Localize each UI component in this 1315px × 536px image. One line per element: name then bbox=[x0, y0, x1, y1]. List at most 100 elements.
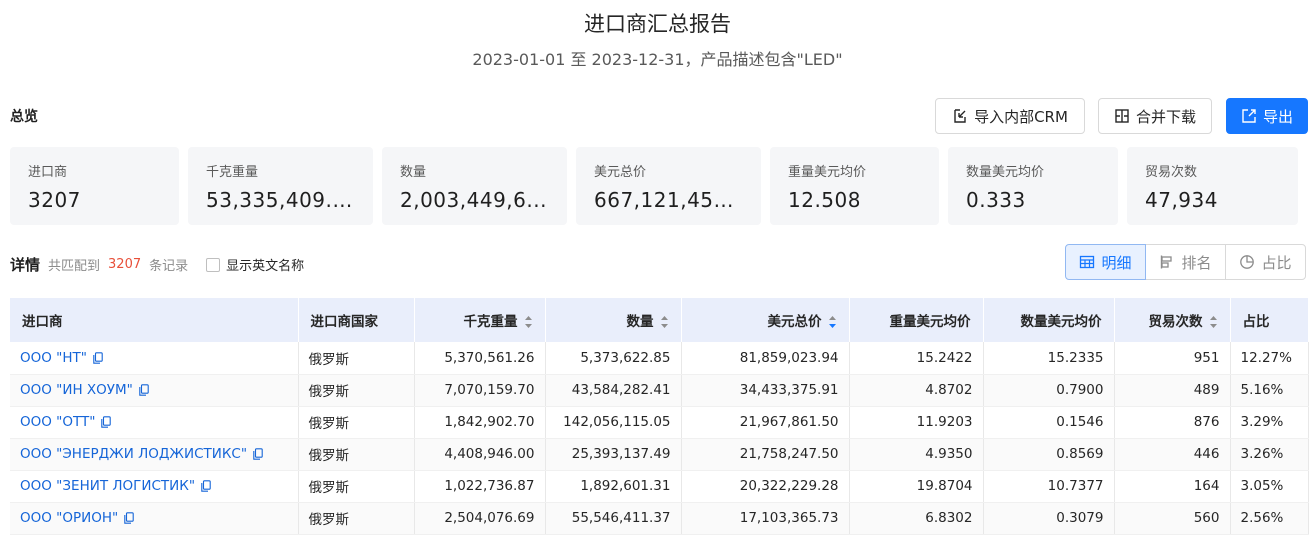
cell-weight-avg: 4.8702 bbox=[849, 374, 984, 407]
table-row: OOO "ОРИОН" 俄罗斯 2,504,076.69 55,546,411.37 1… bbox=[10, 502, 1309, 535]
table-row: OOO "ЭНЕРДЖИ ЛОДЖИСТИКС" 俄罗斯 4,408,946.00 2… bbox=[10, 438, 1309, 471]
tab-ranking-label: 排名 bbox=[1181, 253, 1212, 272]
importer-link[interactable]: OOO "HT" bbox=[20, 350, 87, 366]
cell-usd-total: 21,967,861.50 bbox=[681, 406, 850, 439]
export-icon bbox=[1242, 109, 1256, 123]
card-trades: 贸易次数 47,934 bbox=[1127, 147, 1298, 225]
cell-quantity: 142,056,115.05 bbox=[545, 406, 682, 439]
cell-weight: 1,842,902.70 bbox=[414, 406, 546, 439]
export-button[interactable]: 导出 bbox=[1226, 98, 1308, 134]
import-crm-button[interactable]: 导入内部CRM bbox=[935, 98, 1085, 134]
col-usd-total[interactable]: 美元总价 bbox=[681, 298, 850, 342]
cell-usd-total: 21,758,247.50 bbox=[681, 438, 850, 471]
copy-icon[interactable] bbox=[93, 352, 103, 364]
importer-link[interactable]: OOO "ЭНЕРДЖИ ЛОДЖИСТИКС" bbox=[20, 446, 247, 462]
card-usd-total: 美元总价 667,121,454... bbox=[576, 147, 761, 225]
cell-quantity: 55,546,411.37 bbox=[545, 502, 682, 535]
copy-icon[interactable] bbox=[101, 416, 112, 428]
merge-download-label: 合并下载 bbox=[1135, 107, 1196, 126]
importer-link[interactable]: OOO "ЗЕНИТ ЛОГИСТИК" bbox=[20, 478, 195, 494]
view-switcher: 明细 排名 占比 bbox=[1065, 244, 1306, 280]
tab-ranking[interactable]: 排名 bbox=[1145, 244, 1226, 280]
cell-qty-avg: 0.8569 bbox=[983, 438, 1115, 471]
cell-importer[interactable]: OOO "ОРИОН" bbox=[10, 502, 299, 535]
cell-quantity: 5,373,622.85 bbox=[545, 342, 682, 375]
cell-quantity: 25,393,137.49 bbox=[545, 438, 682, 471]
cell-country: 俄罗斯 bbox=[298, 438, 415, 471]
cell-importer[interactable]: OOO "ИН ХОУМ" bbox=[10, 374, 299, 407]
match-count: 3207 bbox=[108, 257, 142, 272]
cell-importer[interactable]: OOO "OTT" bbox=[10, 406, 299, 439]
card-label: 重量美元均价 bbox=[788, 165, 867, 180]
cell-importer[interactable]: OOO "ЗЕНИТ ЛОГИСТИК" bbox=[10, 470, 299, 503]
cell-weight: 7,070,159.70 bbox=[414, 374, 546, 407]
cell-weight: 4,408,946.00 bbox=[414, 438, 546, 471]
cell-country: 俄罗斯 bbox=[298, 342, 415, 375]
tab-share[interactable]: 占比 bbox=[1225, 244, 1306, 280]
card-weight: 千克重量 53,335,409.98 bbox=[188, 147, 373, 225]
card-value: 2,003,449,6... bbox=[400, 188, 547, 212]
col-share: 占比 bbox=[1230, 298, 1309, 342]
report-title: 进口商汇总报告 bbox=[584, 12, 731, 36]
cell-importer[interactable]: OOO "HT" bbox=[10, 342, 299, 375]
importer-link[interactable]: OOO "ИН ХОУМ" bbox=[20, 382, 133, 398]
col-importer: 进口商 bbox=[10, 298, 299, 342]
cell-trades: 560 bbox=[1114, 502, 1231, 535]
cell-trades: 489 bbox=[1114, 374, 1231, 407]
cell-trades: 446 bbox=[1114, 438, 1231, 471]
col-quantity[interactable]: 数量 bbox=[545, 298, 682, 342]
table-row: OOO "ИН ХОУМ" 俄罗斯 7,070,159.70 43,584,282.4… bbox=[10, 374, 1309, 407]
col-trades[interactable]: 贸易次数 bbox=[1114, 298, 1231, 342]
importer-table: 进口商 进口商国家 千克重量 数量 美元总价 重量美元均价 数量美元均价 贸易次… bbox=[10, 298, 1309, 535]
cell-trades: 876 bbox=[1114, 406, 1231, 439]
importer-link[interactable]: OOO "ОРИОН" bbox=[20, 510, 118, 526]
card-label: 美元总价 bbox=[594, 165, 647, 180]
match-prefix: 共匹配到 bbox=[48, 259, 101, 274]
merge-icon bbox=[1115, 109, 1129, 123]
merge-download-button[interactable]: 合并下载 bbox=[1098, 98, 1212, 134]
copy-icon[interactable] bbox=[253, 448, 263, 460]
cell-share: 12.27% bbox=[1230, 342, 1309, 375]
cell-qty-avg: 15.2335 bbox=[983, 342, 1115, 375]
sort-icon[interactable] bbox=[524, 315, 533, 329]
card-label: 数量美元均价 bbox=[966, 165, 1045, 180]
show-english-checkbox[interactable] bbox=[206, 257, 221, 272]
cell-share: 3.29% bbox=[1230, 406, 1309, 439]
cell-trades: 164 bbox=[1114, 470, 1231, 503]
cell-weight-avg: 4.9350 bbox=[849, 438, 984, 471]
cell-usd-total: 34,433,375.91 bbox=[681, 374, 850, 407]
col-weight-avg: 重量美元均价 bbox=[849, 298, 984, 342]
cell-qty-avg: 0.3079 bbox=[983, 502, 1115, 535]
cell-usd-total: 81,859,023.94 bbox=[681, 342, 850, 375]
copy-icon[interactable] bbox=[139, 384, 149, 396]
cell-weight: 2,504,076.69 bbox=[414, 502, 546, 535]
table-row: OOO "ЗЕНИТ ЛОГИСТИК" 俄罗斯 1,022,736.87 1,892… bbox=[10, 470, 1309, 503]
cell-usd-total: 17,103,365.73 bbox=[681, 502, 850, 535]
cell-weight-avg: 19.8704 bbox=[849, 470, 984, 503]
copy-icon[interactable] bbox=[124, 512, 134, 524]
cell-qty-avg: 0.1546 bbox=[983, 406, 1115, 439]
cell-country: 俄罗斯 bbox=[298, 374, 415, 407]
cell-importer[interactable]: OOO "ЭНЕРДЖИ ЛОДЖИСТИКС" bbox=[10, 438, 299, 471]
cell-qty-avg: 0.7900 bbox=[983, 374, 1115, 407]
cell-weight-avg: 6.8302 bbox=[849, 502, 984, 535]
show-english-label[interactable]: 显示英文名称 bbox=[226, 255, 304, 274]
cell-weight-avg: 11.9203 bbox=[849, 406, 984, 439]
sort-icon[interactable] bbox=[1209, 315, 1218, 329]
table-header-row: 进口商 进口商国家 千克重量 数量 美元总价 重量美元均价 数量美元均价 贸易次… bbox=[10, 298, 1309, 342]
card-value: 53,335,409.98 bbox=[206, 188, 355, 212]
cell-share: 5.16% bbox=[1230, 374, 1309, 407]
pie-icon bbox=[1240, 255, 1255, 269]
copy-icon[interactable] bbox=[201, 480, 211, 492]
card-weight-avg: 重量美元均价 12.508 bbox=[770, 147, 939, 225]
report-subtitle: 2023-01-01 至 2023-12-31，产品描述包含"LED" bbox=[472, 50, 843, 69]
card-value: 3207 bbox=[28, 188, 81, 212]
sort-icon[interactable] bbox=[660, 315, 669, 329]
summary-cards: 进口商 3207 千克重量 53,335,409.98 数量 2,003,449… bbox=[10, 147, 1298, 225]
tab-detail[interactable]: 明细 bbox=[1065, 244, 1146, 280]
card-qty-avg: 数量美元均价 0.333 bbox=[948, 147, 1118, 225]
sort-desc-icon[interactable] bbox=[828, 315, 837, 329]
importer-link[interactable]: OOO "OTT" bbox=[20, 414, 95, 430]
card-label: 进口商 bbox=[28, 165, 68, 180]
col-weight[interactable]: 千克重量 bbox=[414, 298, 546, 342]
